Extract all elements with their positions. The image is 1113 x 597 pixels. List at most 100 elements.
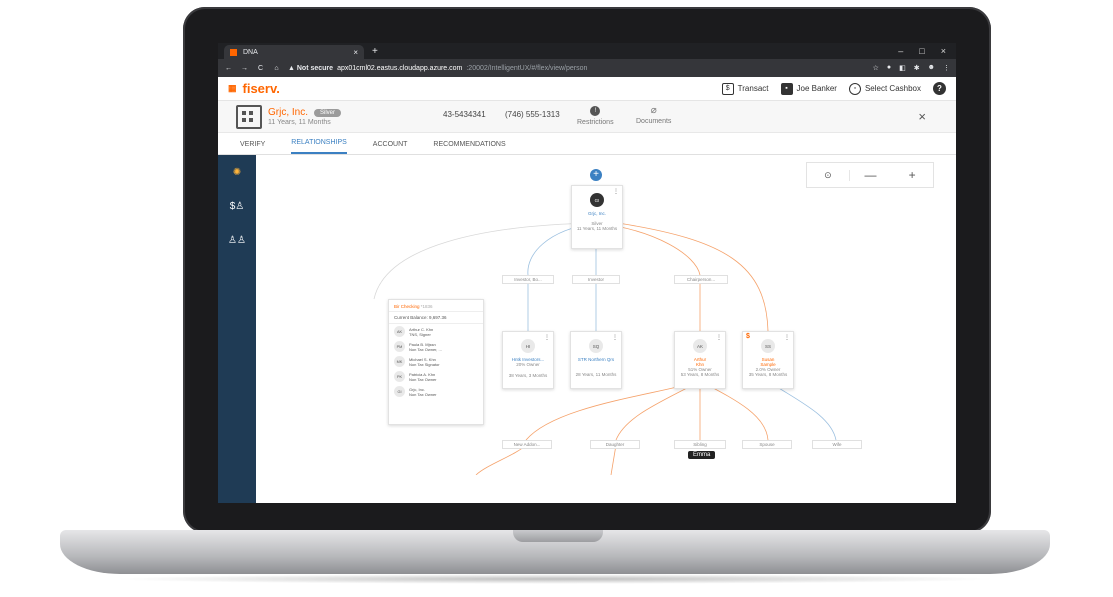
node-name[interactable]: STR Northern Qrs [571,357,621,362]
root-node-card[interactable]: ⋮ GI Grjc, Inc. Silver 11 Years, 11 Mont… [571,185,623,249]
maximize-button[interactable]: □ [919,46,924,56]
tier-badge: Silver [314,108,342,117]
browser-tabbar: DNA × + – □ × [218,43,956,59]
relation-label: Daughter [590,440,640,449]
avatar: SS [761,339,775,353]
url-field[interactable]: ▲ Not secure apx01cml02.eastus.cloudapp.… [288,65,866,72]
window-controls: – □ × [898,46,956,56]
link-line [610,444,617,475]
app-header: ▦ fiserv. $ Transact ▪ Joe Banker ▫ Sele… [218,77,956,101]
node-tenure: 28 Years, 11 Months [575,372,617,377]
new-tab-button[interactable]: + [372,46,378,57]
signer-name: Arthur C. Khn [409,326,434,332]
brand-logo[interactable]: ▦ fiserv. [228,81,280,96]
close-window-button[interactable]: × [941,46,946,56]
relation-label: Investor, Bo... [502,275,554,284]
tab-account[interactable]: ACCOUNT [373,141,408,154]
profile-icon[interactable]: ☻ [928,64,935,72]
node-role: 20% Owner [516,362,540,367]
account-title[interactable]: Bir Checking [394,304,420,309]
tab-relationships[interactable]: RELATIONSHIPS [291,139,347,154]
avatar: PK [394,371,405,382]
signer-row[interactable]: AK Arthur C. Khn TNS, Signer [389,324,483,339]
add-relationship-button[interactable]: + [590,169,602,181]
building-icon [236,104,262,129]
relationship-node-card[interactable]: ⋮ SQ STR Northern Qrs 28 Years, 11 Month… [570,331,622,389]
link-line [767,380,837,441]
close-icon[interactable]: × [918,109,926,124]
restrictions-label: Restrictions [577,119,614,126]
user-button[interactable]: ▪ Joe Banker [780,82,837,95]
node-name[interactable]: Grjc, Inc. [572,211,622,216]
puzzle-icon[interactable]: ✱ [914,64,920,72]
signer-row[interactable]: GI Grjc, Inc. Non Tax Owner [389,384,483,399]
avatar: AK [394,326,405,337]
user-label: Joe Banker [796,84,837,93]
extension-icon[interactable]: ● [887,64,891,72]
reload-button[interactable]: C [256,65,265,72]
apps-grid-icon[interactable]: ▦ [228,83,237,94]
kebab-menu-icon[interactable]: ⋮ [716,334,722,341]
forward-button[interactable]: → [240,65,249,72]
laptop-notch [513,530,603,542]
avatar: PM [394,341,405,352]
avatar: MK [394,356,405,367]
kebab-menu-icon[interactable]: ⋮ [544,334,550,341]
home-button[interactable]: ⌂ [272,65,281,72]
browser-menu-icon[interactable]: ⋮ [943,64,950,72]
avatar: SQ [589,339,603,353]
app-actions: $ Transact ▪ Joe Banker ▫ Select Cashbox… [721,82,946,95]
main-body: ✺ $♙ ♙♙ ⊙ — + + ⋮ GI Grjc, Inc. Silver 1… [218,155,956,503]
kebab-menu-icon[interactable]: ⋮ [612,334,618,341]
signer-role: Non Tax Owner [409,376,437,382]
signer-name: Patricia A. Khn [409,371,436,377]
tab-title: DNA [243,48,258,56]
signer-row[interactable]: PM Paula B. Mjssn Non Tax Owner, ... [389,339,483,354]
cashbox-icon: ▫ [848,82,861,95]
paperclip-icon: ⌀ [650,105,657,116]
node-tenure: 11 Years, 11 Months [576,226,618,231]
bookmark-star-icon[interactable]: ☆ [873,64,879,72]
hover-tooltip: Emma [688,451,716,459]
tab-verify[interactable]: VERIFY [240,141,265,154]
side-nav: ✺ $♙ ♙♙ [218,155,256,503]
money-person-icon[interactable]: $♙ [218,201,256,212]
documents-label: Documents [636,118,672,125]
kebab-menu-icon[interactable]: ⋮ [613,188,619,195]
avatar: GI [394,386,405,397]
documents-button[interactable]: ⌀ Documents [636,105,672,126]
link-line [373,222,597,300]
kebab-menu-icon[interactable]: ⋮ [784,334,790,341]
extension-icons: ☆ ● ◧ ✱ ☻ ⋮ [873,64,950,72]
alert-icon: ! [590,106,601,116]
transact-button[interactable]: $ Transact [721,82,769,95]
entity-header: Grjc, Inc. Silver 11 Years, 11 Months 43… [218,101,956,133]
account-number: *1836 [420,304,433,309]
cashbox-button[interactable]: ▫ Select Cashbox [848,82,921,95]
browser-tab[interactable]: DNA × [224,45,364,59]
back-button[interactable]: ← [224,65,233,72]
hierarchy-icon[interactable]: ✺ [218,167,256,178]
people-icon[interactable]: ♙♙ [218,235,256,246]
signer-row[interactable]: MK Michael S. Khn Non Tax Signator [389,354,483,369]
tab-close-icon[interactable]: × [353,48,358,57]
relationship-node-card[interactable]: $ ⋮ SS Susan Sample 2.0% Owner 35 Years,… [742,331,794,389]
relationship-node-card[interactable]: ⋮ AK Arthur Khn 51% Owner 53 Years, 8 Mo… [674,331,726,389]
transact-label: Transact [737,84,769,93]
entity-name[interactable]: Grjc, Inc. [268,107,308,118]
signer-role: Non Tax Owner, ... [409,346,442,352]
url-host: apx01cml02.eastus.cloudapp.azure.com [337,64,463,72]
phone-number[interactable]: (746) 555-1313 [505,110,560,119]
tab-recommendations[interactable]: RECOMMENDATIONS [433,141,505,154]
laptop-shadow [110,574,1000,584]
extension-icon[interactable]: ◧ [899,64,906,72]
relationship-node-card[interactable]: ⋮ HI Hntk Investors... 20% Owner 38 Year… [502,331,554,389]
security-warning[interactable]: ▲ Not secure [288,65,333,72]
account-card[interactable]: Bir Checking *1836 Current Balance: 9,69… [388,299,484,425]
signer-row[interactable]: PK Patricia A. Khn Non Tax Owner [389,369,483,384]
signer-role: Non Tax Owner [409,391,437,397]
restrictions-button[interactable]: ! Restrictions [577,106,614,126]
help-icon[interactable]: ? [933,82,946,95]
minimize-button[interactable]: – [898,46,903,56]
relationship-canvas[interactable]: ⊙ — + + ⋮ GI Grjc, Inc. Silver 11 Years,… [256,155,956,503]
